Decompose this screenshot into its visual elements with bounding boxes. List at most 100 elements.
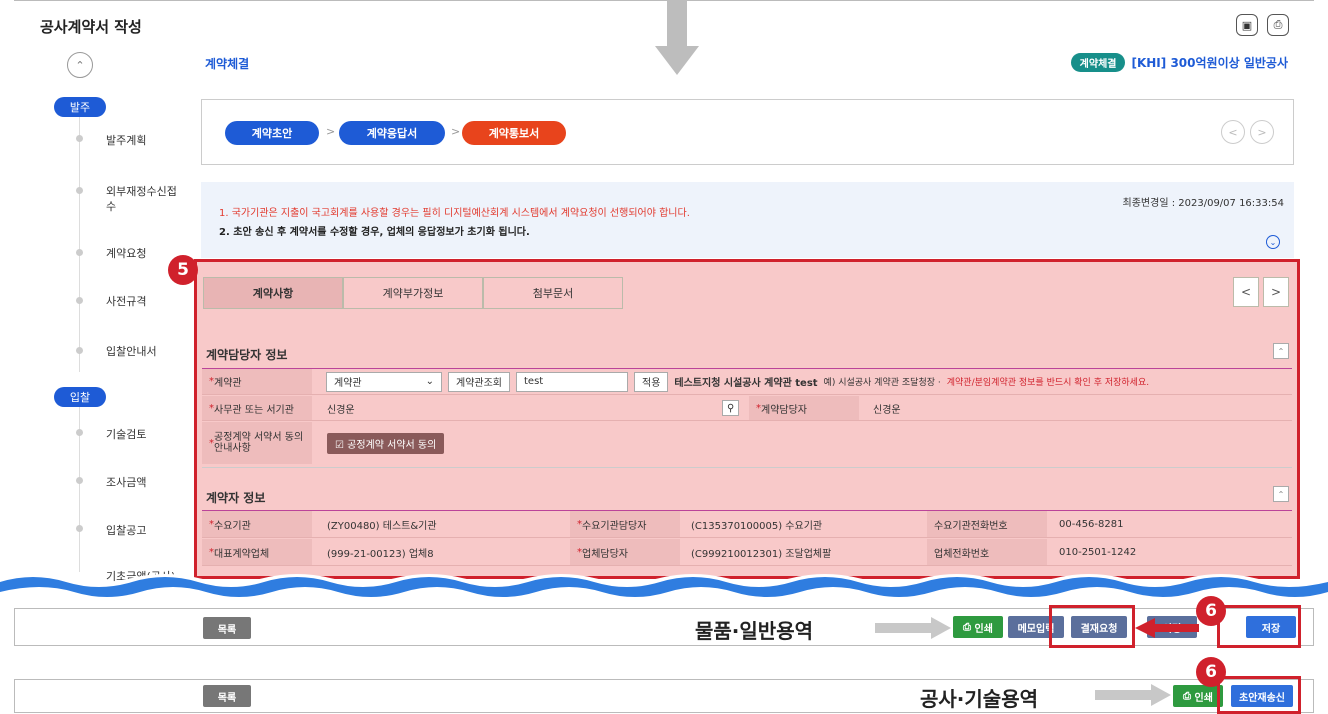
list-button[interactable]: 목록 [203,617,251,639]
print-button[interactable]: ⎙ 인쇄 [953,616,1003,638]
tab-next-button[interactable]: > [1263,277,1289,307]
notice-box: 1. 국가기관은 지출이 국고회계를 사용할 경우는 필히 디지털예산회계 시스… [201,182,1294,258]
manager-label: * 계약담당자 [749,396,859,420]
step-response[interactable]: 계약응답서 [339,121,445,145]
officer-example: 예) 시설공사 계약관 조달청장 · [823,378,941,388]
page-title: 공사계약서 작성 [40,18,142,36]
contractor-section-title: 계약자 정보 [206,491,266,505]
print-icon: ⎙ [1183,690,1195,702]
apply-button[interactable]: 적용 [634,371,669,392]
officer-warning: 계약관/분임계약관 정보를 반드시 확인 후 저장하세요. [946,378,1150,388]
cell-value: (999-21-00123) 업체8 [327,548,434,560]
cell-label: * 수요기관 [202,511,312,537]
tab-prev-button[interactable]: < [1233,277,1259,307]
cell-label: * 수요기관담당자 [570,511,680,537]
callout-badge-6: 6 [1196,596,1226,626]
right-arrow-icon [1095,684,1171,706]
cell-value: (C999210012301) 조달업체팔 [691,548,832,560]
print-icon: ⎙ [963,621,975,633]
cell-label: * 업체담당자 [570,539,680,565]
last-modified: 최종변경일 : 2023/09/07 16:33:54 [1122,198,1284,209]
officer-lookup-button[interactable]: 계약관조회 [448,371,510,392]
status-badge: 계약체결 [1070,53,1126,72]
chevron-right-icon: > [326,125,336,138]
manager-value: 신경운 [873,404,901,416]
officer-label: * 계약관 [202,369,312,394]
fair-controls: ☑ 공정계약 서약서 동의 [320,422,620,464]
app-window: 공사계약서 작성 ▣ ⎙ ⌃ 발주 발주계획 외부재정수신접수 계약요청 사전규… [0,0,1328,714]
cell-label: 수요기관전화번호 [927,511,1047,537]
clerk-row: * 사무관 또는 서기관 신경운 ⚲ * 계약담당자 신경운 [202,396,1292,421]
step-draft[interactable]: 계약초안 [225,121,319,145]
notice-line-2: 2. 초안 송신 후 계약서를 수정할 경우, 업체의 응답정보가 초기화 됩니… [219,227,530,238]
contact-section-title: 계약담당자 정보 [206,348,288,362]
wave-break [0,574,1328,604]
notice-line-1: 1. 국가기관은 지출이 국고회계를 사용할 경우는 필히 디지털예산회계 시스… [219,208,690,219]
divider [202,467,1292,468]
fair-contract-row: * 공정계약 서약서 동의 안내사항 ☑ 공정계약 서약서 동의 [202,422,1292,464]
highlight-approval [1049,605,1135,648]
print-button[interactable]: ⎙ 인쇄 [1173,685,1223,707]
tab-attachments[interactable]: 첨부문서 [483,277,623,309]
sidebar-item[interactable]: 외부재정수신접수 [106,184,182,214]
sidebar-item[interactable]: 기술검토 [106,427,186,442]
officer-controls: 계약관 ⌄ 계약관조회 test 적용 테스트지청 시설공사 계약관 test 예… [320,369,1320,394]
cell-label: 업체전화번호 [927,539,1047,565]
collapse-icon[interactable]: ⌃ [1273,486,1289,502]
down-arrow-icon [655,0,699,75]
tab-bar: 계약사항 계약부가정보 첨부문서 [203,277,623,309]
officer-result: 테스트지청 시설공사 계약관 test [674,378,818,389]
print-icon[interactable]: ⎙ [1267,14,1289,36]
fair-agree-button[interactable]: ☑ 공정계약 서약서 동의 [327,432,445,454]
callout-badge-6: 6 [1196,657,1226,687]
sidebar-dot [76,297,83,304]
sidebar-collapse-button[interactable]: ⌃ [67,52,93,78]
right-arrow-icon [875,617,951,639]
cell-value: 010-2501-1242 [1059,546,1137,558]
caption-construction: 공사·기술용역 [920,687,1038,711]
chevron-down-icon[interactable]: ⌄ [1266,235,1280,249]
sidebar-item[interactable]: 발주계획 [106,133,186,148]
left-arrow-icon [1135,618,1199,638]
search-icon[interactable]: ⚲ [722,396,742,420]
step-indicator: 계약초안 > 계약응답서 > 계약통보서 < > [201,99,1294,165]
sidebar-dot [76,347,83,354]
tab-extra-info[interactable]: 계약부가정보 [343,277,483,309]
clerk-value: 신경운 [327,404,355,416]
tab-contract-terms[interactable]: 계약사항 [203,277,343,309]
fair-label: * 공정계약 서약서 동의 안내사항 [202,422,312,464]
clerk-label: * 사무관 또는 서기관 [202,396,312,420]
sidebar-dot [76,249,83,256]
action-bar-construction: 목록 공사·기술용역 ⎙ 인쇄 초안재송신 [14,679,1314,713]
section-title: 계약체결 [205,57,250,71]
list-button[interactable]: 목록 [203,685,251,707]
sidebar-group-order[interactable]: 발주 [54,97,106,117]
sidebar-dot [76,187,83,194]
contract-name: [KHI] 300억원이상 일반공사 [1131,56,1288,70]
sidebar-item[interactable]: 입찰공고 [106,523,186,538]
sidebar-item[interactable]: 조사금액 [106,475,186,490]
step-next-button[interactable]: > [1250,120,1274,144]
sidebar-dot [76,477,83,484]
callout-badge-5: 5 [168,255,198,285]
step-prev-button[interactable]: < [1221,120,1245,144]
cell-value: (C135370100005) 수요기관 [691,520,823,532]
bookmark-icon[interactable]: ▣ [1236,14,1258,36]
sidebar-item[interactable]: 사전규격 [106,294,186,309]
sidebar-timeline [79,112,80,372]
step-notice[interactable]: 계약통보서 [462,121,566,145]
sidebar-group-bid[interactable]: 입찰 [54,387,106,407]
cell-value: (ZY00480) 테스트&기관 [327,520,437,532]
cell-value: 00-456-8281 [1059,518,1124,530]
chevron-down-icon: ⌄ [425,376,434,387]
cell-label: * 대표계약업체 [202,539,312,565]
collapse-icon[interactable]: ⌃ [1273,343,1289,359]
highlight-resend [1217,676,1301,714]
sidebar-dot [76,135,83,142]
contract-detail-panel: 계약사항 계약부가정보 첨부문서 < > 계약담당자 정보 ⌃ * 계약관 계약관… [194,259,1300,579]
officer-input[interactable]: test [516,371,628,392]
caption-goods: 물품·일반용역 [695,619,813,643]
sidebar-item[interactable]: 입찰안내서 [106,344,186,359]
officer-select[interactable]: 계약관 ⌄ [326,371,442,392]
officer-row: * 계약관 계약관 ⌄ 계약관조회 test 적용 테스트지청 시설공사 계약관 t… [202,369,1292,395]
